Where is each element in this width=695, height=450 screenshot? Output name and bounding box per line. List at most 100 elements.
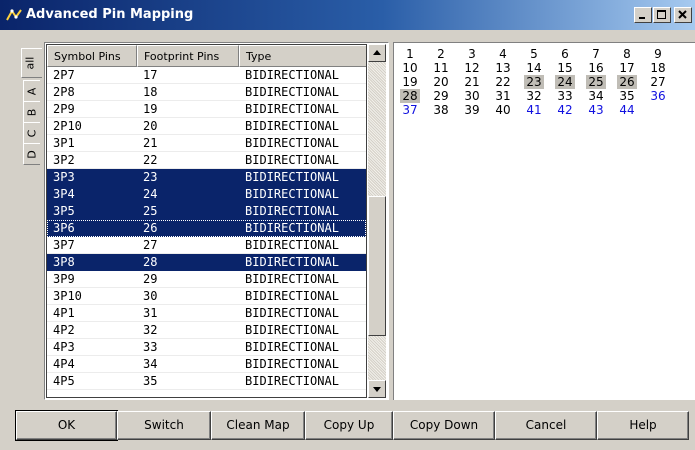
table-row[interactable]: 3P2 22 BIDIRECTIONAL [47,152,366,169]
pin-type-cell: BIDIRECTIONAL [245,204,339,218]
table-row[interactable]: 3P3 23 BIDIRECTIONAL [47,169,366,186]
pin-cell[interactable]: 22 [493,75,513,89]
clean-map-button[interactable]: Clean Map [211,411,305,440]
pin-cell[interactable]: 21 [462,75,482,89]
pin-cell[interactable]: 26 [617,75,637,89]
table-row[interactable]: 3P9 29 BIDIRECTIONAL [47,271,366,288]
table-row[interactable]: 2P8 18 BIDIRECTIONAL [47,84,366,101]
pin-cell[interactable]: 4 [493,47,513,61]
pin-cell[interactable]: 35 [617,89,637,103]
table-row[interactable]: 2P10 20 BIDIRECTIONAL [47,118,366,135]
footprint-pin-cell: 20 [143,119,158,133]
copy-down-button[interactable]: Copy Down [393,411,495,440]
pin-cell[interactable]: 24 [555,75,575,89]
pin-cell[interactable]: 27 [648,75,668,89]
side-tab-a-label: A [25,87,39,96]
column-header-footprint-pins[interactable]: Footprint Pins [137,45,239,67]
pin-cell[interactable]: 1 [400,47,420,61]
pin-cell[interactable]: 17 [617,61,637,75]
pin-cell[interactable]: 23 [524,75,544,89]
side-tab-all[interactable]: all [21,48,42,78]
pin-cell[interactable]: 43 [586,103,606,117]
scroll-up-button[interactable] [368,44,386,62]
pin-cell[interactable]: 15 [555,61,575,75]
table-row[interactable]: 4P5 35 BIDIRECTIONAL [47,373,366,390]
pin-cell[interactable]: 44 [617,103,637,117]
pin-cell[interactable]: 3 [462,47,482,61]
pin-cell[interactable]: 42 [555,103,575,117]
side-tab-c[interactable]: C [23,122,40,144]
help-button[interactable]: Help [597,411,689,440]
table-row[interactable]: 3P1 21 BIDIRECTIONAL [47,135,366,152]
pin-cell[interactable]: 12 [462,61,482,75]
footprint-pin-cell: 24 [143,187,158,201]
pin-cell[interactable]: 19 [400,75,420,89]
table-row[interactable]: 4P2 32 BIDIRECTIONAL [47,322,366,339]
pin-cell[interactable]: 30 [462,89,482,103]
pin-cell[interactable]: 41 [524,103,544,117]
table-row[interactable]: 4P1 31 BIDIRECTIONAL [47,305,366,322]
pin-cell[interactable]: 8 [617,47,637,61]
pin-cell[interactable]: 36 [648,89,668,103]
column-header-type[interactable]: Type [239,45,366,67]
copy-up-button[interactable]: Copy Up [305,411,393,440]
pin-cell[interactable]: 38 [431,103,451,117]
side-tab-a[interactable]: A [23,80,40,102]
pin-table[interactable]: Symbol Pins Footprint Pins Type 2P7 17 BID… [46,44,367,398]
table-scrollbar[interactable] [368,44,386,398]
table-row[interactable]: 2P9 19 BIDIRECTIONAL [47,101,366,118]
table-row[interactable]: 3P4 24 BIDIRECTIONAL [47,186,366,203]
side-tab-d[interactable]: D [23,143,40,165]
symbol-pin-cell: 2P8 [53,85,75,99]
pin-cell[interactable]: 39 [462,103,482,117]
pin-cell[interactable]: 16 [586,61,606,75]
pin-cell[interactable]: 14 [524,61,544,75]
table-row[interactable]: 3P7 27 BIDIRECTIONAL [47,237,366,254]
pin-cell[interactable]: 11 [431,61,451,75]
title-bar[interactable]: Advanced Pin Mapping [0,0,695,30]
footprint-pin-cell: 17 [143,68,158,82]
pin-cell[interactable]: 31 [493,89,513,103]
table-row[interactable]: 4P4 34 BIDIRECTIONAL [47,356,366,373]
window-title: Advanced Pin Mapping [26,7,194,22]
pin-cell[interactable]: 28 [400,89,420,103]
switch-button[interactable]: Switch [117,411,211,440]
pin-cell[interactable]: 18 [648,61,668,75]
cancel-button[interactable]: Cancel [495,411,597,440]
scroll-down-button[interactable] [368,380,386,398]
side-tab-b-label: B [25,108,39,117]
footprint-pin-grid[interactable]: 1 2 3 4 5 6 7 8 9 10 11 12 13 14 15 16 17 18 19 20 21 22 23 24 2… [393,42,695,400]
pin-type-cell: BIDIRECTIONAL [245,357,339,371]
pin-cell[interactable]: 10 [400,61,420,75]
symbol-pin-cell: 3P3 [53,170,75,184]
table-row[interactable]: 3P10 30 BIDIRECTIONAL [47,288,366,305]
side-tab-b[interactable]: B [23,101,40,123]
pin-cell[interactable]: 37 [400,103,420,117]
pin-cell[interactable]: 33 [555,89,575,103]
pin-type-cell: BIDIRECTIONAL [245,306,339,320]
pin-cell[interactable]: 2 [431,47,451,61]
pin-cell[interactable]: 6 [555,47,575,61]
maximize-button[interactable] [653,7,671,23]
table-row[interactable]: 3P5 25 BIDIRECTIONAL [47,203,366,220]
pin-cell[interactable]: 20 [431,75,451,89]
scroll-thumb[interactable] [368,196,386,336]
ok-button[interactable]: OK [15,410,118,441]
table-row[interactable]: 3P8 28 BIDIRECTIONAL [47,254,366,271]
maximize-icon [657,10,666,19]
table-row[interactable]: 3P6 26 BIDIRECTIONAL [47,220,366,237]
pin-cell[interactable]: 32 [524,89,544,103]
table-row[interactable]: 4P3 33 BIDIRECTIONAL [47,339,366,356]
table-row[interactable]: 2P7 17 BIDIRECTIONAL [47,67,366,84]
pin-cell[interactable]: 13 [493,61,513,75]
pin-cell[interactable]: 7 [586,47,606,61]
pin-cell[interactable]: 5 [524,47,544,61]
minimize-button[interactable] [634,7,652,23]
pin-cell[interactable]: 9 [648,47,668,61]
column-header-symbol-pins[interactable]: Symbol Pins [47,45,137,67]
pin-cell[interactable]: 25 [586,75,606,89]
pin-cell[interactable]: 34 [586,89,606,103]
pin-cell[interactable]: 29 [431,89,451,103]
pin-cell[interactable]: 40 [493,103,513,117]
close-button[interactable] [674,7,692,23]
